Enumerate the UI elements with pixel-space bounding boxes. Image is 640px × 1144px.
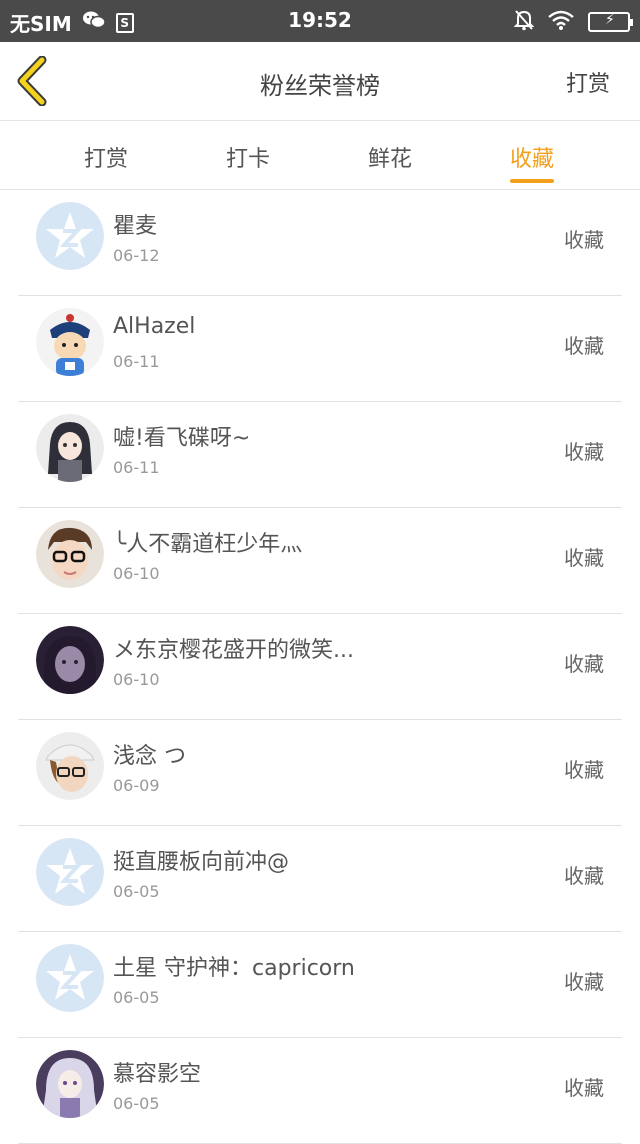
list-item[interactable]: ╰人不霸道枉少年灬 06-10 收藏	[18, 508, 622, 614]
fan-date: 06-10	[113, 564, 160, 583]
cartoon-avatar[interactable]	[36, 308, 104, 376]
wifi-icon	[548, 10, 574, 34]
fan-date: 06-10	[113, 670, 160, 689]
status-right: ⚡	[513, 9, 633, 35]
fan-name: 瞿麦	[113, 214, 158, 239]
list-item[interactable]: メ东京樱花盛开的微笑... 06-10 收藏	[18, 614, 622, 720]
default-star-avatar[interactable]	[36, 202, 104, 270]
nav-header: 粉丝荣誉榜 打赏	[0, 42, 640, 121]
fan-date: 06-11	[113, 352, 160, 371]
active-tab-indicator	[510, 179, 555, 183]
fan-action: 收藏	[564, 1076, 604, 1100]
fan-name: 嘘!看飞碟呀~	[113, 426, 251, 451]
tab-reward[interactable]: 打赏	[84, 141, 128, 173]
list-item[interactable]: 嘘!看飞碟呀~ 06-11 收藏	[18, 402, 622, 508]
tab-flowers[interactable]: 鲜花	[368, 141, 412, 173]
tab-label: 打赏	[84, 147, 129, 172]
tab-checkin[interactable]: 打卡	[226, 141, 270, 173]
fan-action: 收藏	[564, 652, 604, 676]
page-title: 粉丝荣誉榜	[260, 72, 380, 100]
fan-action: 收藏	[564, 970, 604, 994]
fan-action: 收藏	[564, 334, 604, 358]
fan-date: 06-05	[113, 1094, 160, 1113]
fan-action: 收藏	[564, 546, 604, 570]
fan-name: AlHazel	[113, 314, 196, 339]
fan-action: 收藏	[564, 758, 604, 782]
fan-action: 收藏	[564, 440, 604, 464]
tab-label: 打卡	[226, 147, 271, 172]
fan-action: 收藏	[564, 864, 604, 888]
tab-bar: 打赏 打卡 鲜花 收藏	[0, 121, 640, 190]
fan-list: 瞿麦 06-12 收藏 AlHazel 06-11 收藏 嘘!看飞碟呀~ 06-…	[18, 190, 622, 1144]
tab-favorites[interactable]: 收藏	[510, 141, 555, 183]
status-bar: 无SIM S 19:52 ⚡	[0, 0, 640, 42]
fan-date: 06-05	[113, 988, 160, 1007]
fan-date: 06-05	[113, 882, 160, 901]
fan-name: 挺直腰板向前冲@	[113, 850, 290, 875]
list-item[interactable]: 挺直腰板向前冲@ 06-05 收藏	[18, 826, 622, 932]
fan-date: 06-09	[113, 776, 160, 795]
anime-girl-avatar[interactable]	[36, 1050, 104, 1118]
fan-date: 06-11	[113, 458, 160, 477]
fan-name: 土星 守护神：capricorn	[113, 956, 355, 981]
list-item[interactable]: 土星 守护神：capricorn 06-05 收藏	[18, 932, 622, 1038]
tab-label: 收藏	[510, 147, 555, 172]
reward-button[interactable]: 打赏	[566, 66, 610, 98]
tab-label: 鲜花	[368, 147, 413, 172]
fan-name: 浅念 つ	[113, 744, 186, 769]
anime-avatar[interactable]	[36, 414, 104, 482]
list-item[interactable]: 瞿麦 06-12 收藏	[18, 190, 622, 296]
list-item[interactable]: 浅念 つ 06-09 收藏	[18, 720, 622, 826]
battery-charging-icon: ⚡	[588, 12, 633, 32]
default-star-avatar[interactable]	[36, 838, 104, 906]
fan-name: メ东京樱花盛开的微笑...	[113, 638, 354, 663]
glasses-avatar[interactable]	[36, 520, 104, 588]
hat-portrait-avatar[interactable]	[36, 732, 104, 800]
fan-action: 收藏	[564, 228, 604, 252]
dark-portrait-avatar[interactable]	[36, 626, 104, 694]
list-item[interactable]: AlHazel 06-11 收藏	[18, 296, 622, 402]
list-item[interactable]: 慕容影空 06-05 收藏	[18, 1038, 622, 1144]
fan-name: ╰人不霸道枉少年灬	[113, 532, 303, 557]
fan-date: 06-12	[113, 246, 160, 265]
default-star-avatar[interactable]	[36, 944, 104, 1012]
mute-icon	[513, 9, 535, 35]
fan-name: 慕容影空	[113, 1062, 202, 1087]
